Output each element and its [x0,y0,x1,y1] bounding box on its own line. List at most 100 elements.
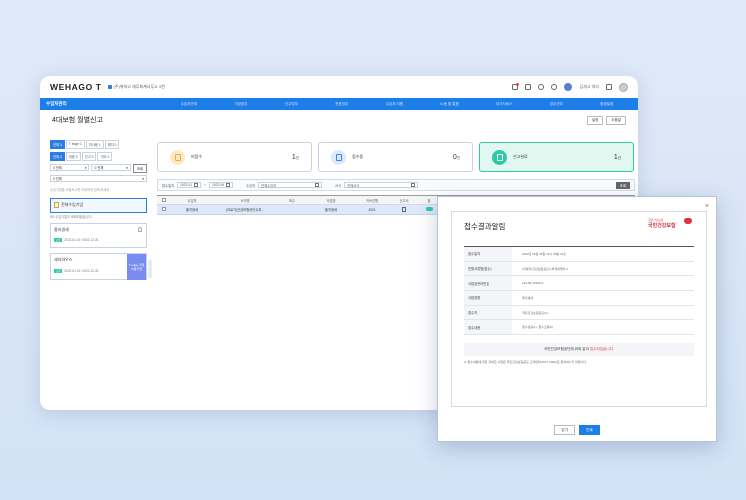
row-value: 울지생세 [522,295,534,300]
company-icon [107,85,112,89]
row-label: 사업장관리번호 [464,276,512,291]
row-value: (자영자)건강보험공단수부계획명서 2 [522,266,568,271]
card-date: 2022-01-01~2022-12-31 [64,269,99,273]
card-subtitle: 0/0 수임기업이 조회되었습니다. [50,215,93,219]
status-pill [425,207,433,211]
chevron-down-icon: ▾ [84,165,87,170]
tab-report-all[interactable]: 전체 0 [50,152,65,161]
help-button[interactable]: 도움말 [606,115,626,125]
nav-item[interactable]: 부가서비스 [496,102,513,107]
nav-item[interactable]: 업무관리 [550,102,563,107]
stat-card-unreceived[interactable]: 미접수 1건 [157,142,312,172]
table-row: 사업장명 울지생세 [464,291,694,306]
nav-item[interactable]: 수임처관리 [181,102,198,107]
client-input[interactable]: 전체수임처 [258,182,323,188]
tab-all[interactable]: 전체 3 [50,140,65,149]
report-tabs: 전체 0 미동 2 신고 0 기타 0 [50,152,147,161]
filter-label: 수임처 [245,183,256,188]
stats-row: 미접수 1건 접수중 0건 신고완료 1건 [157,142,634,172]
nav-item[interactable]: 노동 및 통합 [440,102,459,107]
stat-label: 미접수 [191,154,203,159]
user-name[interactable]: 김세고 대리 [579,84,599,90]
filter-select-1[interactable]: 0 전체 ▾ [50,164,90,171]
table-cell: 2021 [368,207,376,212]
input-value: 전체수임처 [261,183,277,188]
chevron-down-icon: ▾ [126,165,128,170]
row-label: 접수자 [464,305,512,320]
wehago-logo[interactable]: WEHAGO T [50,82,102,92]
profile-icon[interactable] [619,82,628,92]
status-badge: 오류 [54,238,63,242]
tab-terminated[interactable]: 해지 0 [104,140,120,149]
client-card[interactable]: 울지생세 오류 2022-01-01~2022-12-31 [50,223,147,248]
table-row: 접수내용 접수성공(1), 접수오류(0) [464,320,694,336]
company-selector[interactable]: (주)위하고 세무회계사무소 1번 [107,84,165,90]
lookup-button[interactable]: 조회 [132,164,148,173]
document-icon[interactable] [525,84,532,90]
stat-label: 신고완료 [513,154,528,159]
tab-report-done[interactable]: 신고 0 [81,152,97,161]
column-header: 파수 [288,198,296,203]
filter-select-2[interactable]: 0 전체 ▾ [91,164,131,171]
tab-tedge[interactable]: T edge 1 [65,140,85,149]
card-title-text: 전체수임기업 [61,202,84,207]
print-button[interactable]: 인쇄 [579,425,600,435]
chevron-down-icon: ▾ [142,176,144,181]
nav-item[interactable]: 전표업무 [335,102,348,107]
dialog-content: 접수결과알림 국민건강보험 국민건강보험 접수일자 2022년 05월 09일 1… [451,211,707,407]
notification-dot-icon [516,83,520,86]
row-checkbox[interactable] [162,207,166,211]
nav-item[interactable]: 기장업무 [234,102,247,107]
nav-item[interactable]: 수임처 지원 [386,102,404,107]
tab-report-other[interactable]: 기타 0 [97,152,113,161]
select-all-checkbox[interactable] [162,197,166,202]
column-header: 수임처 [187,198,197,203]
close-icon[interactable]: × [705,203,709,210]
date-value: 2022.01 [180,183,193,187]
table-cell [389,206,419,213]
search-button[interactable]: 조회 [615,181,630,189]
card-date: 2022-01-01~2022-12-31 [64,238,99,242]
table-cell [419,207,439,212]
table-row: 접수일자 2022년 05월 09일 19시 45분 23초 [464,247,694,262]
bell-icon[interactable] [138,227,142,232]
filter-label: 서식 [335,183,342,188]
card-title: 전체수임기업 [54,202,143,208]
status-tabs: 전체 3 T edge 1 미사용 1 해지 0 [50,140,147,149]
card-subtitle: 오류 2022-01-01~2022-12-31 [54,238,143,242]
date-from-input[interactable]: 2022.01 [177,182,202,188]
nav-items: 수임처관리 기장업무 신고업무 전표업무 수임처 지원 노동 및 통합 부가서비… [162,102,632,107]
filter-row: 0 전체 ▾ 0 전체 ▾ 조회 [50,164,148,173]
stat-card-receiving[interactable]: 접수중 0건 [318,142,473,172]
page-title: 4대보험 월별신고 [52,117,103,124]
close-button[interactable]: 닫기 [554,425,575,435]
help-icon[interactable] [538,84,545,90]
tab-unused[interactable]: 미사용 1 [85,140,104,149]
client-card[interactable]: 세자하우스 오류 2022-01-01~2022-12-31 T edge 기업 … [50,253,147,280]
top-icons: 김세고 대리 [512,82,628,92]
row-label: 민원서류명(접수) [464,261,512,276]
collapse-handle[interactable]: ‹ [148,260,152,278]
grid-menu-icon[interactable] [606,84,612,90]
stat-count: 0건 [453,154,460,161]
report-doc-icon[interactable] [402,206,406,212]
select-value: 0 전체 [53,177,62,181]
form-input[interactable]: 전체서식 [344,182,419,188]
stat-card-completed[interactable]: 신고완료 1건 [479,142,634,172]
nav-item[interactable]: 신고업무 [285,102,298,107]
stat-count: 1건 [292,154,299,161]
settings-icon[interactable] [551,84,558,90]
count-unit: 건 [617,155,621,160]
row-checkbox-cell [157,207,171,212]
search-hint: 수임기업을 서팅하시면 자세하게 검색 하세요. [50,188,111,192]
date-to-input[interactable]: 2022.06 [209,182,233,188]
nav-item[interactable]: 환경설정 [600,102,613,107]
message-icon[interactable] [512,83,520,90]
all-clients-card[interactable]: 전체수임기업 [50,198,147,213]
filter-select-3[interactable]: 0 전체 ▾ [50,175,147,182]
nav-title[interactable]: 수임처관리 [46,101,162,107]
document-icon [174,153,181,161]
settings-button[interactable]: 설정 [586,115,604,125]
avatar[interactable] [564,83,573,91]
tab-report-pending[interactable]: 미동 2 [65,152,81,161]
